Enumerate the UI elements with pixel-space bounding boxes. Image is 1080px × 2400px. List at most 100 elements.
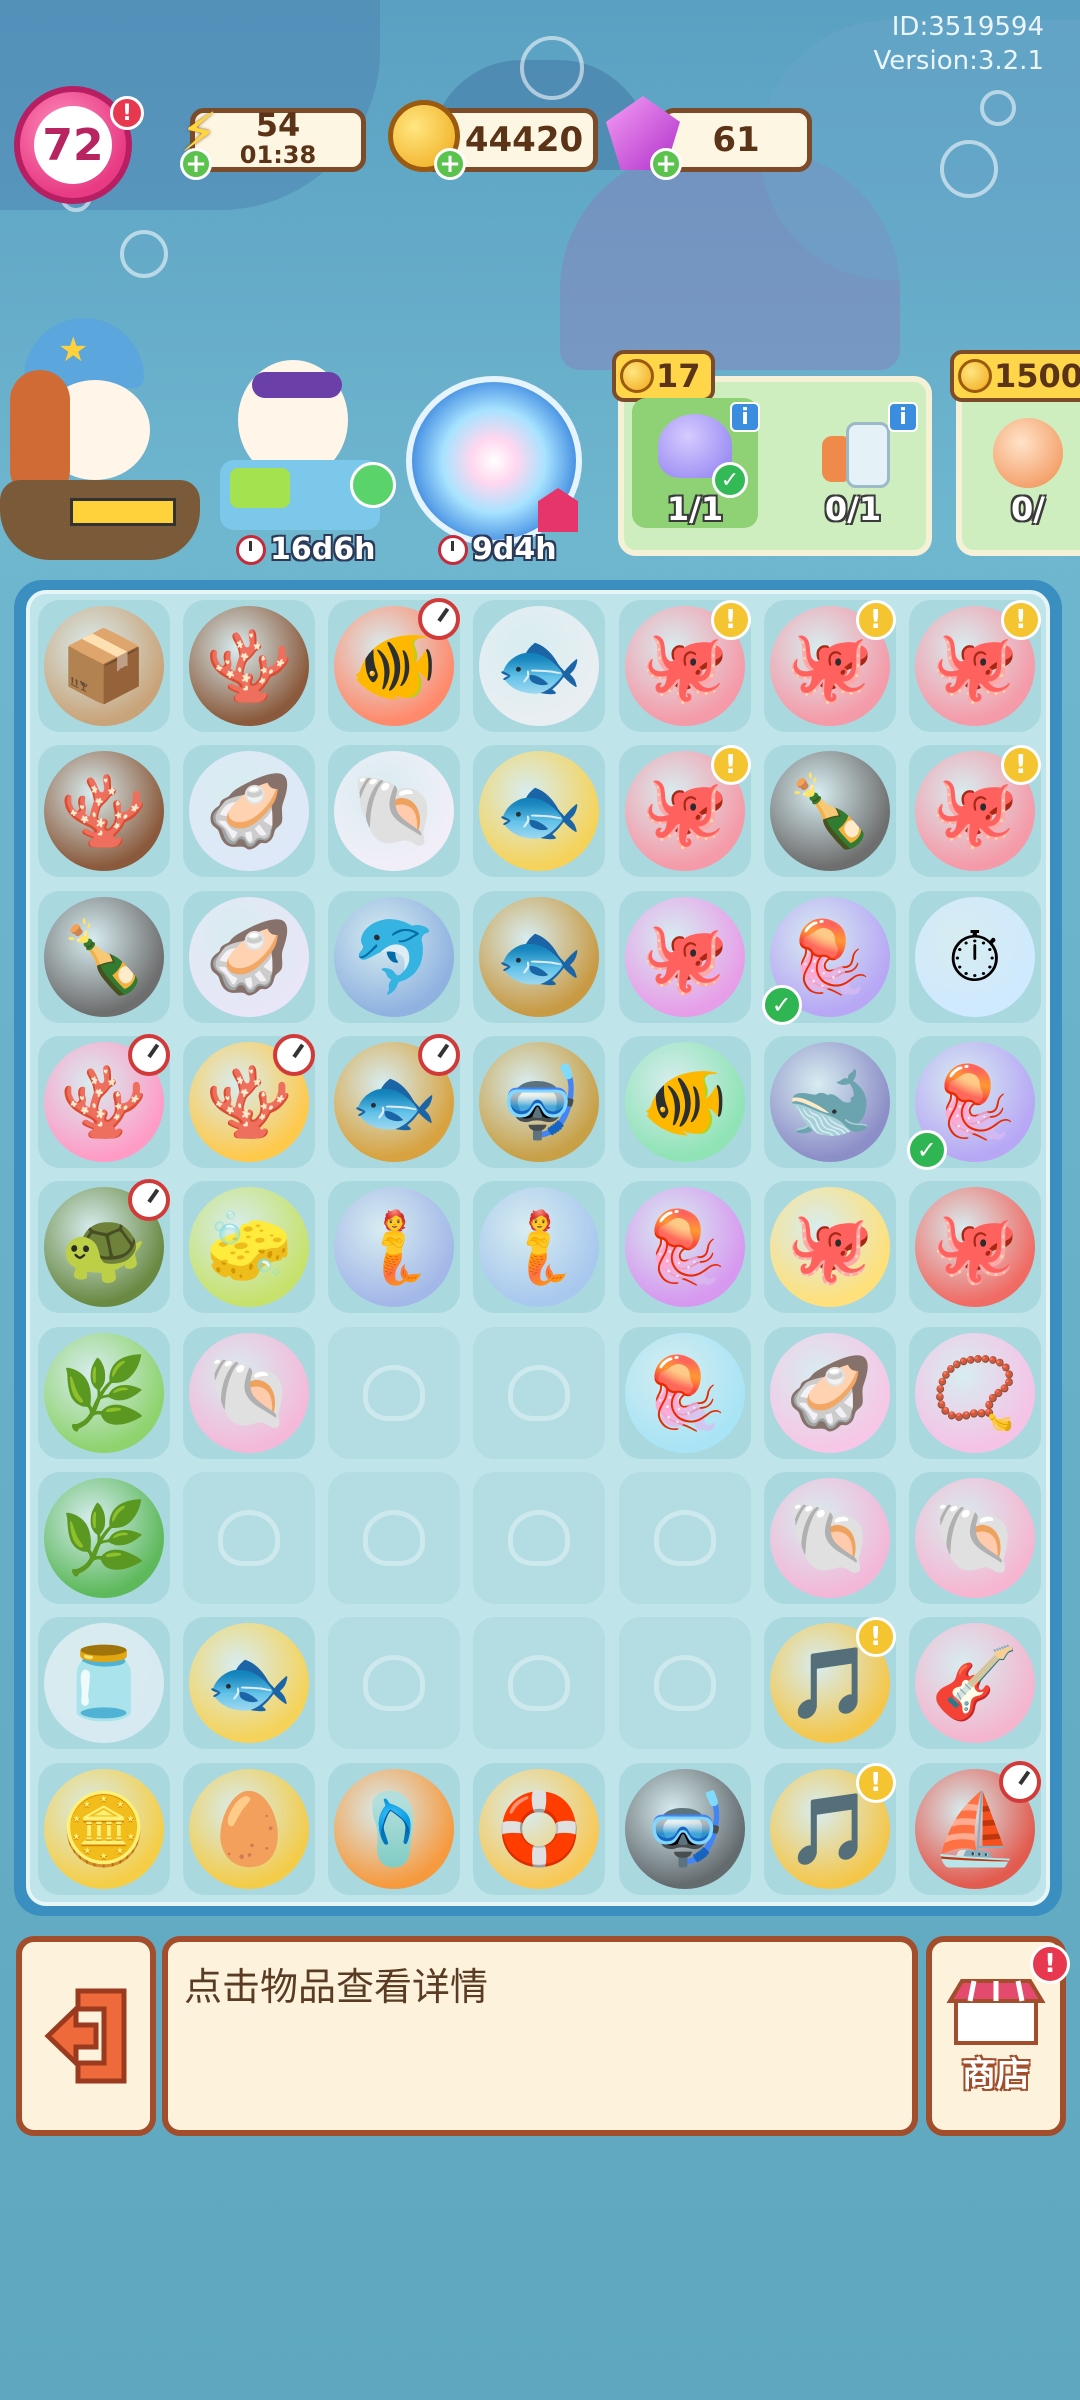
pearl-necklace-item[interactable]: 📿 (914, 1332, 1035, 1453)
add-energy-button[interactable]: + (180, 148, 212, 180)
board-cell[interactable]: 🐙! (618, 600, 751, 732)
board-cell[interactable]: 🐟 (473, 890, 606, 1023)
board-cell[interactable]: 🐟 (328, 1034, 461, 1168)
green-sea-plant-item[interactable]: 🌿 (44, 1332, 164, 1453)
board-cell[interactable] (328, 1326, 461, 1459)
board-cell[interactable]: 🐙 (908, 1181, 1041, 1314)
board-cell[interactable]: 🐢 (38, 1179, 170, 1314)
captain-duck-character[interactable]: ★ (0, 310, 200, 560)
board-cell[interactable]: 📿 (908, 1326, 1041, 1459)
board-cell[interactable]: 🪼 ✓ (761, 890, 896, 1025)
fish-skeleton-item[interactable]: 🐟 (479, 606, 600, 726)
board-cell[interactable]: 🫙 (38, 1617, 170, 1750)
board-cell[interactable] (473, 1326, 606, 1459)
board-cell[interactable]: 🐚 (763, 1472, 896, 1604)
board-cell[interactable]: 🎵! (763, 1762, 896, 1895)
board-cell[interactable]: 🐚 (908, 1472, 1041, 1604)
board-cell[interactable]: 🪸 (38, 1034, 170, 1168)
mermaid-fish-heart-item[interactable]: 🧜 (334, 1187, 455, 1308)
pink-guitar-item[interactable]: 🎸 (914, 1623, 1035, 1744)
board-cell[interactable] (328, 1472, 461, 1604)
board-cell[interactable] (473, 1472, 606, 1604)
board-cell[interactable]: 🦪 (183, 890, 316, 1023)
cardboard-box-item[interactable]: 📦 (44, 606, 164, 726)
board-cell[interactable]: 🪼 (618, 1326, 751, 1459)
scuba-tank-item[interactable]: 🤿 (624, 1768, 745, 1889)
sunglasses-duck-character[interactable] (210, 350, 396, 550)
board-cell[interactable]: 🦪 (183, 745, 316, 878)
red-octopus-item[interactable]: 🐙 (914, 1187, 1035, 1308)
captain-manta-item[interactable]: 🐋 (769, 1042, 890, 1162)
board-cell[interactable]: 🐟 (473, 600, 606, 732)
board-cell[interactable]: 🎸 (908, 1617, 1041, 1750)
octopus-musician-item[interactable]: 🐙! (914, 745, 1041, 872)
purple-octopus-item[interactable]: 🐙 (624, 896, 745, 1017)
singing-conch-item[interactable]: 🐚 (769, 1478, 890, 1598)
golden-harp-item[interactable]: 🎵! (769, 1617, 896, 1744)
duck-tropical-fish-item[interactable]: 🐠 (624, 1042, 745, 1162)
jellyfish-item[interactable]: 🪼 ✓ (761, 896, 890, 1025)
board-cell[interactable]: 🐙! (908, 745, 1041, 878)
board-cell[interactable] (473, 1617, 606, 1750)
board-cell[interactable]: 🦪 (763, 1326, 896, 1459)
swim-fins-item[interactable]: 🩴 (334, 1768, 455, 1889)
golden-egg-nest-item[interactable]: 🥚 (189, 1768, 310, 1889)
golden-nugget-pile-item[interactable]: 🪙 (44, 1768, 164, 1889)
board-cell[interactable]: 📦 (38, 600, 170, 732)
scallop-shell-item[interactable]: 🐚 (334, 751, 455, 872)
octopus-musician-item[interactable]: 🐙! (624, 600, 751, 726)
conch-shell-plant-item[interactable]: 🐚 (189, 1332, 310, 1453)
board-cell[interactable]: 🐟 (183, 1617, 316, 1750)
board-cell[interactable]: 🤿 (618, 1762, 751, 1895)
board-cell[interactable]: 🐋 (763, 1036, 896, 1168)
board-cell[interactable]: 🪼 ✓ (906, 1036, 1041, 1170)
orange-fish-coral-item[interactable]: 🐠 (334, 598, 461, 726)
order-2-requirement-1[interactable]: 0/ (976, 398, 1080, 528)
golden-harp-item[interactable]: 🎵! (769, 1762, 896, 1889)
octopus-musician-glow-item[interactable]: 🐙 (769, 1187, 890, 1308)
board-cell[interactable]: 🪸 (183, 1034, 316, 1168)
stopwatch-item[interactable]: ⏱ (914, 896, 1035, 1017)
board-cell[interactable]: 🍾 (763, 745, 896, 878)
oyster-shell-item[interactable]: 🦪 (189, 751, 310, 872)
jellyfish-item[interactable]: 🪼 ✓ (906, 1042, 1035, 1170)
exit-button[interactable] (16, 1936, 156, 2136)
info-icon[interactable]: i (730, 402, 760, 432)
blue-jellyfish-item[interactable]: 🪼 (624, 1332, 745, 1453)
board-cell[interactable]: 🌿 (38, 1472, 170, 1604)
board-cell[interactable]: 🐚 (183, 1326, 316, 1459)
bronze-diving-helmet-item[interactable]: 🤿 (479, 1042, 600, 1162)
board-cell[interactable]: 🎵! (763, 1617, 896, 1750)
web-coral-item[interactable]: 🪸 (44, 751, 164, 872)
add-coins-button[interactable]: + (434, 148, 466, 180)
mermaid-fish-item[interactable]: 🧜 (479, 1187, 600, 1308)
pink-coral-item[interactable]: 🪸 (44, 1034, 170, 1162)
octopus-musician-item[interactable]: 🐙! (624, 745, 751, 872)
bronze-fish-item[interactable]: 🐟 (479, 896, 600, 1017)
add-gems-button[interactable]: + (650, 148, 682, 180)
board-cell[interactable]: 🥚 (183, 1762, 316, 1895)
board-cell[interactable]: 🧜 (328, 1181, 461, 1314)
seaweed-item[interactable]: 🌿 (44, 1478, 164, 1598)
board-cell[interactable]: ⏱ (908, 890, 1041, 1023)
board-cell[interactable]: 🪸 (183, 600, 316, 732)
octopus-musician-item[interactable]: 🐙! (914, 600, 1041, 726)
board-cell[interactable]: 🐚 (328, 745, 461, 878)
board-cell[interactable]: 🪸 (38, 745, 170, 878)
board-cell[interactable]: 🐙! (908, 600, 1041, 732)
board-cell[interactable]: 🐬 (328, 890, 461, 1023)
board-cell[interactable]: 🐙 (763, 1181, 896, 1314)
swim-ring-item[interactable]: 🛟 (479, 1768, 600, 1889)
board-cell[interactable]: 🐟 (473, 745, 606, 878)
gem-counter[interactable]: 61 (660, 108, 812, 172)
board-cell[interactable] (618, 1617, 751, 1750)
board-cell[interactable]: 🐙! (618, 745, 751, 878)
web-bottle-item[interactable]: 🍾 (44, 896, 164, 1017)
board-cell[interactable] (618, 1472, 751, 1604)
glass-dome-duck-item[interactable]: 🫙 (44, 1623, 164, 1744)
mechanical-fish-item[interactable]: 🐟 (334, 1034, 461, 1162)
board-cell[interactable]: 🩴 (328, 1762, 461, 1895)
board-cell[interactable]: 🐙! (763, 600, 896, 732)
turtle-house-item[interactable]: 🐢 (44, 1179, 170, 1308)
board-cell[interactable]: 🪼 (618, 1181, 751, 1314)
